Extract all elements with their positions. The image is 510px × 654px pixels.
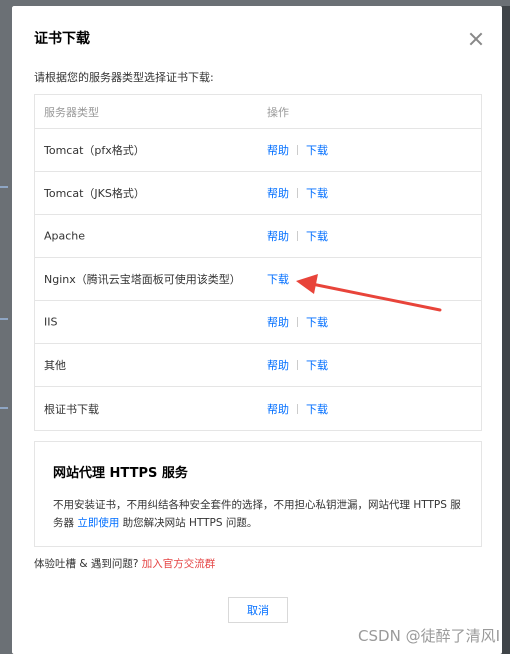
- divider: [297, 145, 298, 155]
- server-type-name: Tomcat（pfx格式）: [44, 144, 145, 157]
- table-row: 其他 帮助 下载: [35, 344, 481, 387]
- download-link[interactable]: 下载: [306, 142, 328, 158]
- help-link[interactable]: 帮助: [267, 314, 289, 330]
- server-type-name: Tomcat（JKS格式）: [44, 187, 145, 200]
- table-row: Apache 帮助 下载: [35, 215, 481, 258]
- cert-table: 服务器类型 操作 Tomcat（pfx格式） 帮助 下载 Tomcat（JKS格…: [34, 94, 482, 431]
- backdrop-mark: [0, 318, 8, 320]
- cancel-button[interactable]: 取消: [228, 597, 288, 623]
- backdrop-left: [0, 0, 12, 654]
- operation-cell: 帮助 下载: [267, 314, 328, 330]
- server-type-name: Nginx（腾讯云宝塔面板可使用该类型）: [44, 273, 241, 286]
- help-link[interactable]: 帮助: [267, 142, 289, 158]
- download-link[interactable]: 下载: [267, 271, 289, 287]
- download-link[interactable]: 下载: [306, 185, 328, 201]
- dialog-title: 证书下载: [34, 31, 90, 47]
- table-row: Tomcat（pfx格式） 帮助 下载: [35, 129, 481, 172]
- promo-text: 助您解决网站 HTTPS 问题。: [119, 517, 258, 529]
- header-server-type: 服务器类型: [44, 105, 99, 119]
- divider: [297, 317, 298, 327]
- help-link[interactable]: 帮助: [267, 228, 289, 244]
- use-now-link[interactable]: 立即使用: [77, 517, 119, 529]
- table-header: 服务器类型 操作: [35, 95, 481, 129]
- operation-cell: 帮助 下载: [267, 142, 328, 158]
- divider: [297, 231, 298, 241]
- help-link[interactable]: 帮助: [267, 185, 289, 201]
- operation-cell: 帮助 下载: [267, 228, 328, 244]
- watermark: CSDN @徒醉了清风I: [358, 627, 500, 645]
- table-row: Tomcat（JKS格式） 帮助 下载: [35, 172, 481, 215]
- header-operation: 操作: [267, 105, 289, 119]
- download-link[interactable]: 下载: [306, 401, 328, 417]
- promo-title: 网站代理 HTTPS 服务: [53, 466, 188, 481]
- operation-cell: 帮助 下载: [267, 185, 328, 201]
- divider: [297, 403, 298, 414]
- download-link[interactable]: 下载: [306, 357, 328, 373]
- download-link[interactable]: 下载: [306, 314, 328, 330]
- divider: [297, 360, 298, 370]
- table-row: IIS 帮助 下载: [35, 301, 481, 344]
- instruction-text: 请根据您的服务器类型选择证书下载:: [34, 71, 214, 84]
- https-proxy-promo: 网站代理 HTTPS 服务 不用安装证书，不用纠结各种安全套件的选择，不用担心私…: [34, 441, 482, 547]
- help-link[interactable]: 帮助: [267, 401, 289, 417]
- server-type-name: 根证书下载: [44, 402, 99, 416]
- backdrop-mark: [0, 407, 8, 409]
- operation-cell: 帮助 下载: [267, 401, 328, 417]
- divider: [297, 188, 298, 198]
- backdrop-mark: [0, 186, 8, 188]
- cert-download-dialog: 证书下载 请根据您的服务器类型选择证书下载: 服务器类型 操作 Tomcat（p…: [12, 6, 502, 654]
- close-icon[interactable]: [467, 30, 485, 48]
- download-link[interactable]: 下载: [306, 228, 328, 244]
- server-type-name: 其他: [44, 359, 66, 372]
- join-group-link[interactable]: 加入官方交流群: [142, 558, 216, 570]
- table-row: Nginx（腾讯云宝塔面板可使用该类型） 下载: [35, 258, 481, 301]
- feedback-text: 体验吐槽 & 遇到问题?: [34, 558, 142, 570]
- server-type-name: IIS: [44, 315, 58, 329]
- feedback-line: 体验吐槽 & 遇到问题? 加入官方交流群: [34, 556, 215, 571]
- operation-cell: 帮助 下载: [267, 357, 328, 373]
- promo-description: 不用安装证书，不用纠结各种安全套件的选择，不用担心私钥泄漏，网站代理 HTTPS…: [53, 496, 469, 532]
- operation-cell: 下载: [267, 271, 289, 287]
- server-type-name: Apache: [44, 229, 86, 243]
- table-row: 根证书下载 帮助 下载: [35, 387, 481, 430]
- help-link[interactable]: 帮助: [267, 357, 289, 373]
